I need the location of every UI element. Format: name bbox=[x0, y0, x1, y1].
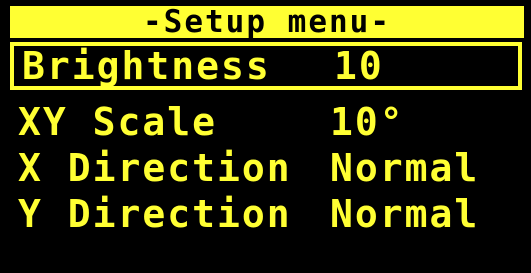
menu-item-label: Y Direction bbox=[18, 192, 292, 236]
menu-item-label: XY Scale bbox=[18, 100, 218, 144]
menu-item-value: 10 bbox=[334, 44, 384, 88]
menu-item-value: Normal bbox=[330, 146, 480, 190]
menu-title: -Setup menu- bbox=[10, 6, 524, 38]
menu-item-brightness[interactable]: Brightness 10 bbox=[10, 42, 522, 90]
setup-menu-screen: -Setup menu- Brightness 10 XY Scale 10° … bbox=[0, 0, 531, 273]
menu-item-label: X Direction bbox=[18, 146, 292, 190]
menu-item-value: 10° bbox=[330, 100, 405, 144]
menu-item-value: Normal bbox=[330, 192, 480, 236]
menu-item-xy-scale[interactable]: XY Scale 10° bbox=[10, 98, 522, 146]
menu-item-y-direction[interactable]: Y Direction Normal bbox=[10, 190, 522, 238]
menu-item-label: Brightness bbox=[22, 44, 271, 88]
menu-item-x-direction[interactable]: X Direction Normal bbox=[10, 144, 522, 192]
